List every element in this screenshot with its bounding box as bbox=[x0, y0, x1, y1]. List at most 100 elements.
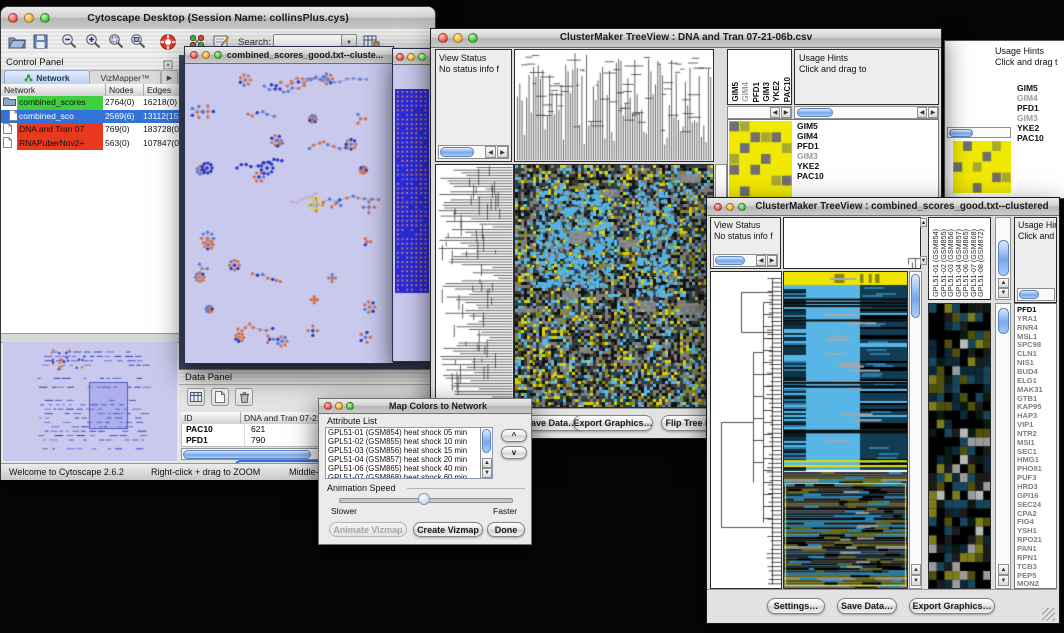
close-button[interactable] bbox=[438, 33, 448, 43]
column-dendrogram-box[interactable] bbox=[514, 49, 714, 162]
vscroll-thumb[interactable] bbox=[482, 429, 491, 453]
resize-grip[interactable] bbox=[1042, 608, 1055, 621]
mini-down-icon[interactable]: ▼ bbox=[920, 256, 927, 265]
delete-trash-icon[interactable] bbox=[235, 388, 253, 406]
zoom-selected-icon[interactable] bbox=[108, 33, 125, 55]
close-button[interactable] bbox=[190, 51, 198, 59]
tab-overflow-icon[interactable]: ▶ bbox=[161, 70, 178, 85]
scroll-right-icon[interactable]: ▶ bbox=[497, 146, 508, 158]
help-lifesaver-icon[interactable] bbox=[159, 33, 177, 56]
column-dendrogram-box[interactable] bbox=[783, 217, 921, 269]
hscroll-thumb[interactable] bbox=[797, 108, 833, 117]
export-graphics-button[interactable]: Export Graphics… bbox=[573, 415, 653, 431]
attribute-item[interactable]: GPL51-03 (GSM856) heat shock 15 min bbox=[326, 446, 492, 455]
attribute-item[interactable]: GPL51-07 (GSM868) heat shock 60 min bbox=[326, 473, 492, 479]
scroll-down-icon[interactable]: ▼ bbox=[998, 288, 1009, 298]
dialog-titlebar[interactable]: Map Colors to Network bbox=[319, 399, 531, 414]
attribute-item[interactable]: GPL51-01 (GSM854) heat shock 05 min bbox=[326, 428, 492, 437]
done-button[interactable]: Done bbox=[487, 522, 525, 537]
hscroll-thumb[interactable] bbox=[949, 129, 973, 137]
minimize-button[interactable] bbox=[24, 13, 34, 23]
zoom-fit-icon[interactable] bbox=[130, 33, 147, 55]
close-button[interactable] bbox=[324, 402, 332, 410]
minimize-button[interactable] bbox=[202, 51, 210, 59]
zoom-button[interactable] bbox=[468, 33, 478, 43]
scroll-left-icon[interactable]: ◀ bbox=[770, 107, 780, 118]
heatmap-canvas[interactable] bbox=[515, 165, 713, 407]
scroll-right-icon[interactable]: ▶ bbox=[781, 107, 791, 118]
network-overview-canvas[interactable] bbox=[3, 342, 177, 461]
save-data-button[interactable]: Save Data… bbox=[837, 598, 897, 614]
label-vscrollbar[interactable]: ▲ ▼ bbox=[995, 217, 1011, 300]
hscrollbar[interactable] bbox=[947, 127, 1011, 138]
network-table-row[interactable]: combined_scores2764(0)16218(0) bbox=[1, 96, 179, 110]
zoom-button[interactable] bbox=[214, 51, 222, 59]
view-status-hscrollbar[interactable]: ◀ ▶ bbox=[713, 254, 778, 267]
scroll-up-icon[interactable]: ▲ bbox=[998, 278, 1009, 288]
new-attribute-icon[interactable] bbox=[211, 388, 229, 406]
move-down-button[interactable]: v bbox=[501, 446, 527, 459]
vscroll-thumb[interactable] bbox=[998, 308, 1009, 334]
label-hscrollbar[interactable]: ◀ ▶ bbox=[727, 106, 792, 119]
attribute-list-vscrollbar[interactable]: ▲ ▼ bbox=[480, 428, 492, 478]
save-icon[interactable] bbox=[33, 34, 48, 54]
scroll-right-icon[interactable]: ▶ bbox=[767, 255, 777, 266]
close-button[interactable] bbox=[714, 203, 722, 211]
network-table-row[interactable]: combined_sco2569(6)13112(15) bbox=[1, 110, 179, 124]
row-dendrogram-canvas[interactable] bbox=[711, 272, 781, 588]
settings-button[interactable]: Settings… bbox=[767, 598, 825, 614]
treeview-combined-titlebar[interactable]: ClusterMaker TreeView : combined_scores_… bbox=[707, 198, 1059, 216]
attribute-item[interactable]: GPL51-02 (GSM855) heat shock 10 min bbox=[326, 437, 492, 446]
minimize-button[interactable] bbox=[407, 53, 415, 61]
heatmap-vscrollbar[interactable]: ▲ ▼ bbox=[909, 271, 922, 589]
attribute-item[interactable]: GPL51-06 (GSM865) heat shock 40 min bbox=[326, 464, 492, 473]
network-view-titlebar[interactable]: combined_scores_good.txt--cluste... bbox=[185, 47, 393, 64]
zoom-out-icon[interactable] bbox=[61, 33, 78, 55]
minimize-button[interactable] bbox=[453, 33, 463, 43]
detail-heatmap-box[interactable] bbox=[928, 303, 991, 589]
detail-heatmap-canvas[interactable] bbox=[929, 304, 991, 588]
zoom-button[interactable] bbox=[418, 53, 426, 61]
column-dendrogram-canvas[interactable] bbox=[515, 50, 713, 161]
network-canvas[interactable] bbox=[187, 64, 391, 360]
export-graphics-button[interactable]: Export Graphics… bbox=[909, 598, 995, 614]
zoom-in-icon[interactable] bbox=[85, 33, 102, 55]
heatmap-box[interactable] bbox=[514, 164, 714, 408]
zoom-button[interactable] bbox=[738, 203, 746, 211]
scroll-left-icon[interactable]: ◀ bbox=[485, 146, 496, 158]
attribute-select-icon[interactable] bbox=[187, 388, 205, 406]
mini-up-icon[interactable]: ▲ bbox=[920, 218, 927, 227]
zoom-button[interactable] bbox=[40, 13, 50, 23]
partial-window-titlebar[interactable] bbox=[393, 49, 431, 65]
open-file-icon[interactable] bbox=[8, 34, 26, 54]
slider-thumb[interactable] bbox=[418, 493, 430, 505]
hscroll-thumb[interactable] bbox=[1019, 290, 1039, 299]
hints-hscrollbar[interactable]: ◀ ▶ bbox=[794, 106, 939, 119]
treeview-dna-titlebar[interactable]: ClusterMaker TreeView : DNA and Tran 07-… bbox=[431, 29, 941, 48]
vscroll-thumb[interactable] bbox=[911, 274, 920, 318]
vscroll-thumb[interactable] bbox=[998, 240, 1009, 276]
minimize-button[interactable] bbox=[726, 203, 734, 211]
hscroll-thumb[interactable] bbox=[440, 147, 474, 157]
data-panel-hscroll-thumb[interactable] bbox=[183, 450, 311, 459]
view-status-hscrollbar[interactable]: ◀ ▶ bbox=[438, 145, 509, 159]
move-up-button[interactable]: ^ bbox=[501, 429, 527, 442]
main-titlebar[interactable]: Cytoscape Desktop (Session Name: collins… bbox=[1, 7, 435, 30]
heatmap-box[interactable] bbox=[783, 271, 908, 589]
heatmap-canvas[interactable] bbox=[784, 272, 907, 588]
scroll-down-icon[interactable]: ▼ bbox=[998, 575, 1009, 586]
scroll-up-icon[interactable]: ▲ bbox=[911, 564, 921, 575]
minimize-button[interactable] bbox=[335, 402, 343, 410]
zoom-button[interactable] bbox=[346, 402, 354, 410]
scroll-right-icon[interactable]: ▶ bbox=[928, 107, 938, 118]
scroll-down-icon[interactable]: ▼ bbox=[911, 575, 921, 586]
create-vizmap-button[interactable]: Create Vizmap bbox=[413, 522, 483, 537]
gene-vscrollbar[interactable]: ▲ ▼ bbox=[995, 303, 1011, 589]
attribute-list[interactable]: GPL51-01 (GSM854) heat shock 05 minGPL51… bbox=[325, 427, 493, 479]
network-table-row[interactable]: DNA and Tran 07769(0)183728(0) bbox=[1, 123, 179, 137]
scroll-down-icon[interactable]: ▼ bbox=[482, 468, 492, 478]
scroll-left-icon[interactable]: ◀ bbox=[756, 255, 766, 266]
tab-network[interactable]: Network bbox=[4, 70, 90, 85]
hscroll-thumb[interactable] bbox=[715, 256, 745, 265]
scroll-up-icon[interactable]: ▲ bbox=[482, 458, 492, 468]
